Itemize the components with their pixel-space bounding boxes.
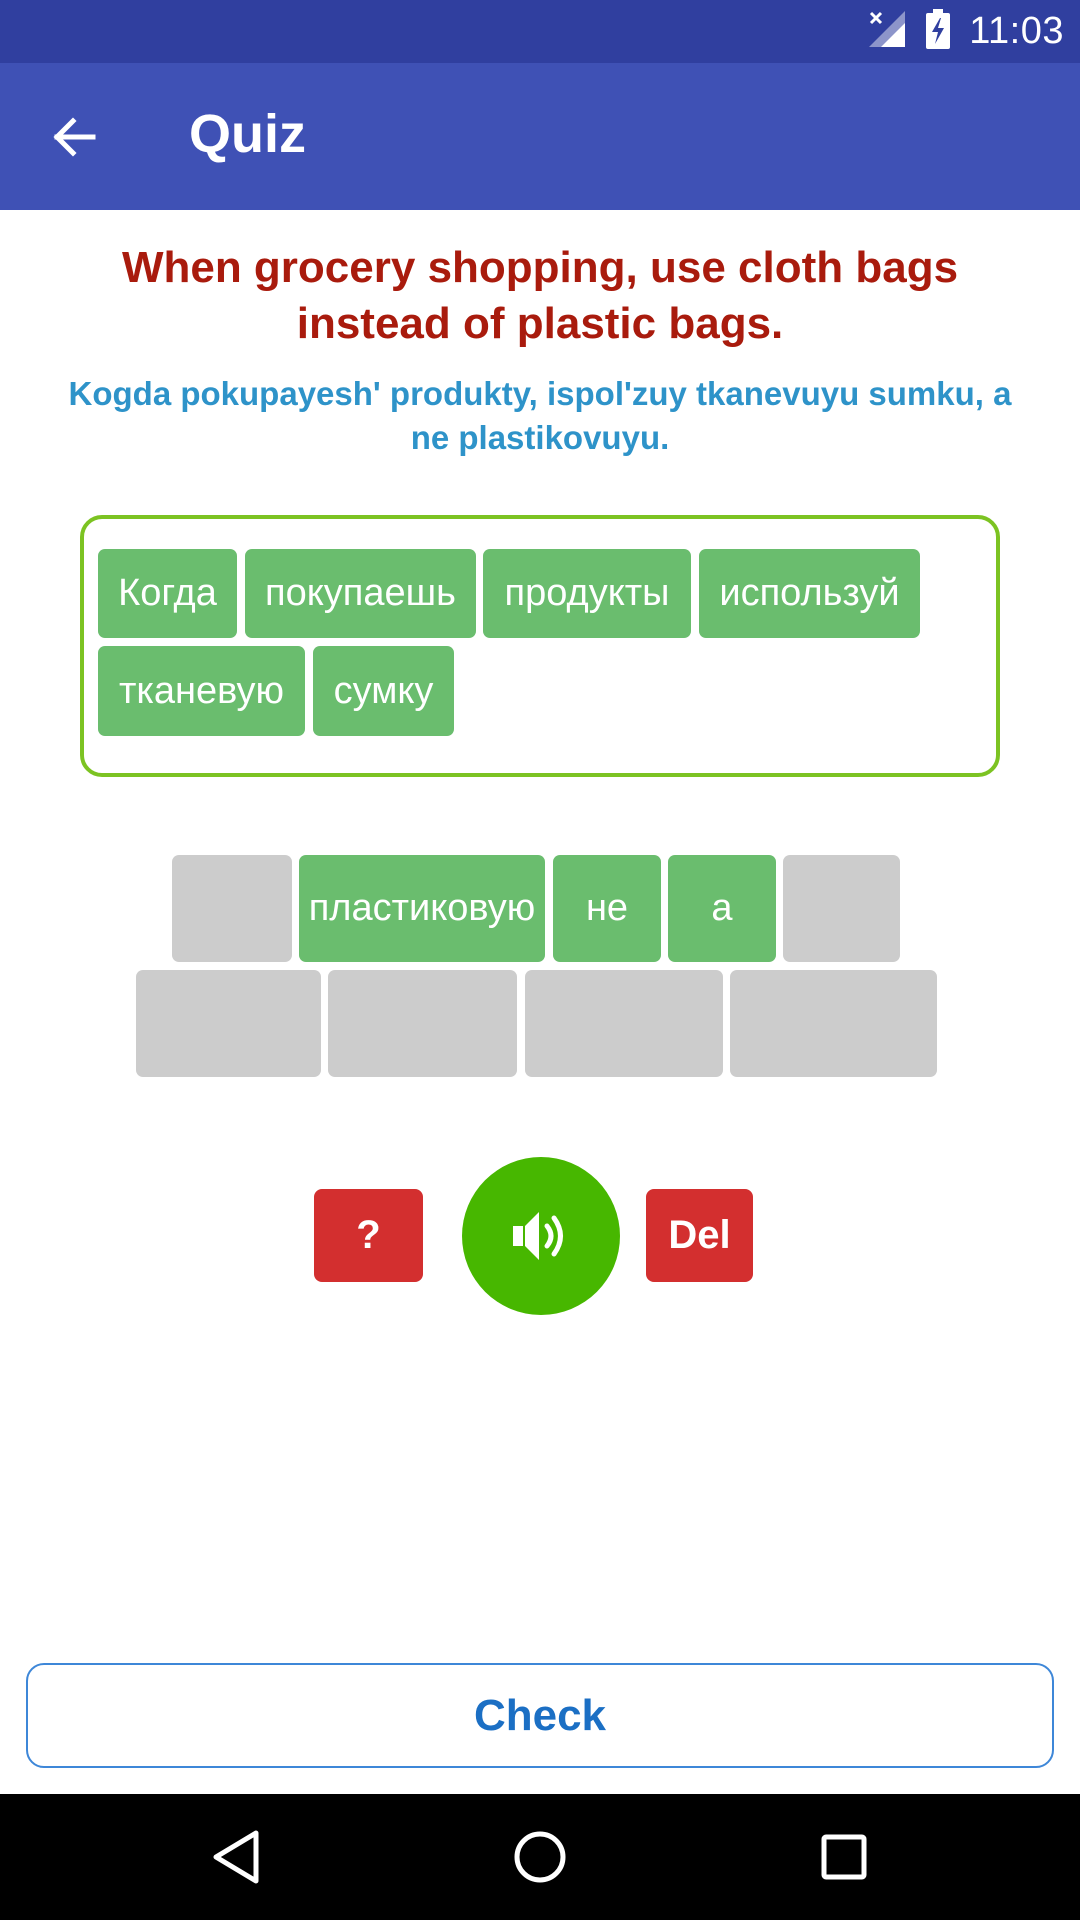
status-icons: 11:03 — [867, 0, 1064, 63]
back-button[interactable] — [36, 99, 112, 175]
answer-word-chip[interactable]: Когда — [98, 549, 237, 638]
word-bank-chip[interactable]: не — [553, 855, 661, 962]
answer-word-chip[interactable]: сумку — [313, 646, 454, 736]
speak-button[interactable] — [462, 1157, 620, 1315]
navigation-bar — [0, 1794, 1080, 1920]
nav-recents-button[interactable] — [804, 1817, 884, 1897]
answer-word-chip[interactable]: используй — [699, 549, 920, 638]
page-title: Quiz — [189, 104, 306, 164]
check-button[interactable]: Check — [26, 1663, 1054, 1768]
word-bank-empty-slot[interactable] — [136, 970, 321, 1077]
word-bank-empty-slot[interactable] — [328, 970, 517, 1077]
app-bar: Quiz — [0, 63, 1080, 210]
question-transliteration: Kogda pokupayesh' produkty, ispol'zuy tk… — [68, 375, 1012, 456]
word-bank-empty-slot[interactable] — [172, 855, 292, 962]
nav-home-button[interactable] — [500, 1817, 580, 1897]
delete-button[interactable]: Del — [646, 1189, 753, 1282]
answer-word-chip[interactable]: покупаешь — [245, 549, 476, 638]
word-bank-chip[interactable]: пластиковую — [299, 855, 545, 962]
triangle-back-icon — [213, 1830, 259, 1884]
back-arrow-icon — [53, 117, 96, 157]
square-recents-icon — [821, 1834, 867, 1880]
speaker-icon — [513, 1212, 563, 1260]
answer-word-chip[interactable]: продукты — [483, 549, 691, 638]
battery-charging-icon — [925, 9, 951, 54]
word-bank-empty-slot[interactable] — [525, 970, 723, 1077]
circle-home-icon — [514, 1831, 566, 1883]
signal-icon — [867, 9, 907, 54]
word-bank-empty-slot[interactable] — [730, 970, 937, 1077]
status-bar: 11:03 — [0, 0, 1080, 63]
answer-word-chip[interactable]: тканевую — [98, 646, 305, 736]
status-time: 11:03 — [969, 10, 1064, 52]
nav-back-button[interactable] — [196, 1817, 276, 1897]
word-bank-empty-slot[interactable] — [783, 855, 900, 962]
word-bank-chip[interactable]: а — [668, 855, 776, 962]
question-english: When grocery shopping, use cloth bags in… — [121, 243, 959, 348]
hint-button[interactable]: ? — [314, 1189, 423, 1282]
